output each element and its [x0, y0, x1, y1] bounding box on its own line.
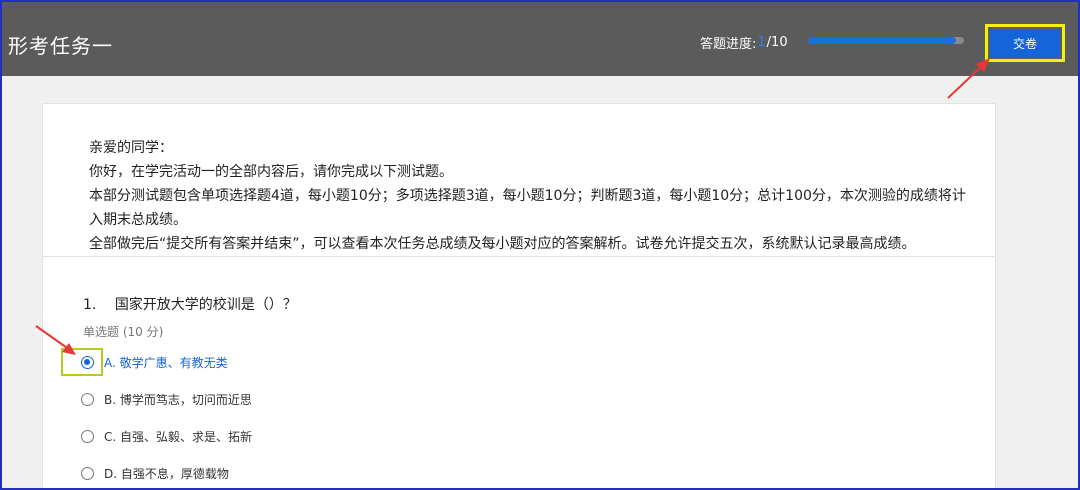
- annotation-arrow-option: [35, 325, 76, 355]
- question-type: 单选题 (10 分): [83, 325, 164, 339]
- question-title: 1. 国家开放大学的校训是（）？: [83, 294, 297, 314]
- intro-line: 全部做完后“提交所有答案并结束”，可以查看本次任务总成绩及每小题对应的答案解析。…: [89, 236, 916, 252]
- section-divider: [43, 256, 995, 257]
- option-c[interactable]: C. 自强、弘毅、求是、拓新: [81, 426, 252, 446]
- intro-line: 本部分测试题包含单项选择题4道，每小题10分；多项选择题3道，每小题10分；判断…: [89, 188, 966, 228]
- progress-total: /10: [766, 34, 788, 50]
- question-number: 1.: [83, 297, 97, 313]
- option-d[interactable]: D. 自强不息，厚德载物: [81, 463, 229, 483]
- progress-label: 答题进度:: [700, 36, 757, 52]
- option-label: C. 自强、弘毅、求是、拓新: [104, 429, 253, 444]
- progress-current: 1: [757, 34, 766, 50]
- option-label: A. 敬学广惠、有教无类: [104, 355, 228, 370]
- annotation-arrow-submit: [947, 58, 990, 99]
- progress-bar-fill: [808, 37, 957, 44]
- page-title: 形考任务一: [8, 34, 113, 58]
- progress-indicator: 答题进度: 1 /10: [700, 32, 788, 52]
- intro-line: 你好，在学完活动一的全部内容后，请你完成以下测试题。: [89, 164, 453, 180]
- radio-icon[interactable]: [81, 392, 94, 406]
- submit-exam-button[interactable]: 交卷: [990, 29, 1060, 57]
- question-text: 国家开放大学的校训是（）？: [114, 297, 297, 313]
- option-b[interactable]: B. 博学而笃志，切问而近思: [81, 389, 252, 409]
- intro-text: 亲爱的同学： 你好，在学完活动一的全部内容后，请你完成以下测试题。 本部分测试题…: [89, 136, 969, 256]
- radio-icon[interactable]: [81, 429, 94, 443]
- option-label: B. 博学而笃志，切问而近思: [104, 392, 252, 407]
- intro-line: 亲爱的同学：: [89, 140, 173, 156]
- radio-icon[interactable]: [81, 466, 94, 480]
- option-label: D. 自强不息，厚德载物: [104, 466, 229, 481]
- quiz-card: 亲爱的同学： 你好，在学完活动一的全部内容后，请你完成以下测试题。 本部分测试题…: [42, 103, 996, 490]
- progress-bar: [808, 37, 964, 44]
